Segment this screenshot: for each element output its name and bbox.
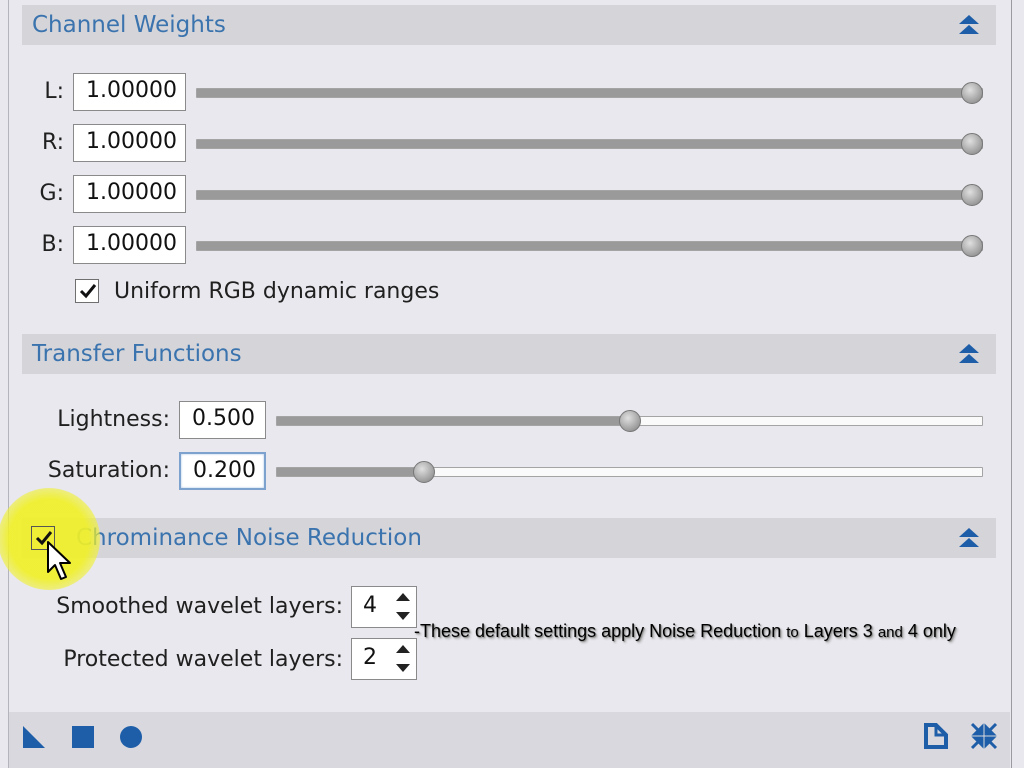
lightness-label: Lightness: — [57, 407, 170, 432]
square-icon[interactable] — [70, 724, 96, 750]
annotation-part: to — [786, 624, 799, 641]
section-title: Channel Weights — [32, 12, 226, 38]
spin-down-icon[interactable] — [391, 607, 415, 626]
transfer-functions-header[interactable]: Transfer Functions — [22, 334, 996, 374]
double-chevron-up-icon[interactable] — [958, 527, 980, 549]
triangle-icon[interactable] — [21, 724, 47, 750]
spin-down-icon[interactable] — [391, 659, 415, 678]
spin-value: 2 — [363, 645, 377, 670]
saturation-label: Saturation: — [47, 458, 170, 483]
slider-fill — [197, 140, 970, 148]
channel-b-slider[interactable] — [196, 235, 983, 257]
slider-fill — [197, 242, 970, 250]
channel-g-slider[interactable] — [196, 184, 983, 206]
channel-r-slider[interactable] — [196, 133, 983, 155]
channel-r-input[interactable]: 1.00000 — [73, 124, 186, 162]
double-chevron-up-icon[interactable] — [958, 343, 980, 365]
channel-label: B: — [41, 232, 64, 257]
checkmark-icon — [79, 284, 97, 299]
section-title: Transfer Functions — [32, 341, 242, 367]
channel-label: R: — [41, 130, 64, 155]
channel-l-input[interactable]: 1.00000 — [73, 73, 186, 111]
protected-layers-spinbox[interactable]: 2 — [351, 638, 417, 680]
section-title: Chrominance Noise Reduction — [76, 525, 422, 551]
slider-fill — [277, 417, 624, 425]
smoothed-layers-spinbox[interactable]: 4 — [351, 586, 417, 628]
mouse-cursor-icon — [47, 541, 71, 580]
channel-label: L: — [44, 79, 64, 104]
reset-arrows-icon[interactable] — [969, 721, 999, 751]
spin-up-icon[interactable] — [391, 587, 415, 606]
annotation-text: -These default settings apply Noise Redu… — [414, 621, 956, 642]
spin-up-icon[interactable] — [391, 639, 415, 658]
smoothed-layers-label: Smoothed wavelet layers: — [56, 594, 343, 619]
annotation-part: and — [877, 624, 903, 641]
slider-thumb[interactable] — [618, 410, 641, 432]
channel-l-slider[interactable] — [196, 82, 983, 104]
double-chevron-up-icon[interactable] — [958, 14, 980, 36]
annotation-part: Layers 3 — [803, 621, 873, 641]
saturation-input[interactable]: 0.200 — [179, 452, 266, 490]
slider-fill — [277, 468, 416, 476]
circle-icon[interactable] — [118, 724, 144, 750]
channel-b-input[interactable]: 1.00000 — [73, 226, 186, 264]
slider-thumb[interactable] — [413, 461, 435, 483]
saturation-slider[interactable] — [276, 461, 983, 483]
slider-fill — [197, 191, 970, 199]
uniform-rgb-label: Uniform RGB dynamic ranges — [114, 279, 440, 304]
bottom-toolbar — [9, 712, 1010, 768]
slider-thumb[interactable] — [961, 82, 983, 104]
chrominance-noise-reduction-header[interactable]: Chrominance Noise Reduction — [22, 518, 996, 558]
slider-thumb[interactable] — [961, 184, 983, 206]
slider-thumb[interactable] — [961, 235, 983, 257]
channel-g-input[interactable]: 1.00000 — [73, 175, 186, 213]
slider-fill — [197, 89, 970, 97]
slider-thumb[interactable] — [961, 133, 983, 155]
lightness-input[interactable]: 0.500 — [179, 401, 266, 439]
annotation-part: 4 only — [907, 621, 956, 641]
lightness-slider[interactable] — [276, 410, 983, 432]
document-icon[interactable] — [922, 722, 950, 750]
channel-label: G: — [39, 181, 64, 206]
protected-layers-label: Protected wavelet layers: — [63, 647, 343, 672]
spin-value: 4 — [363, 593, 377, 618]
annotation-part: -These default settings apply Noise Redu… — [414, 621, 782, 641]
uniform-rgb-checkbox[interactable] — [75, 279, 99, 303]
channel-weights-header[interactable]: Channel Weights — [22, 5, 996, 45]
